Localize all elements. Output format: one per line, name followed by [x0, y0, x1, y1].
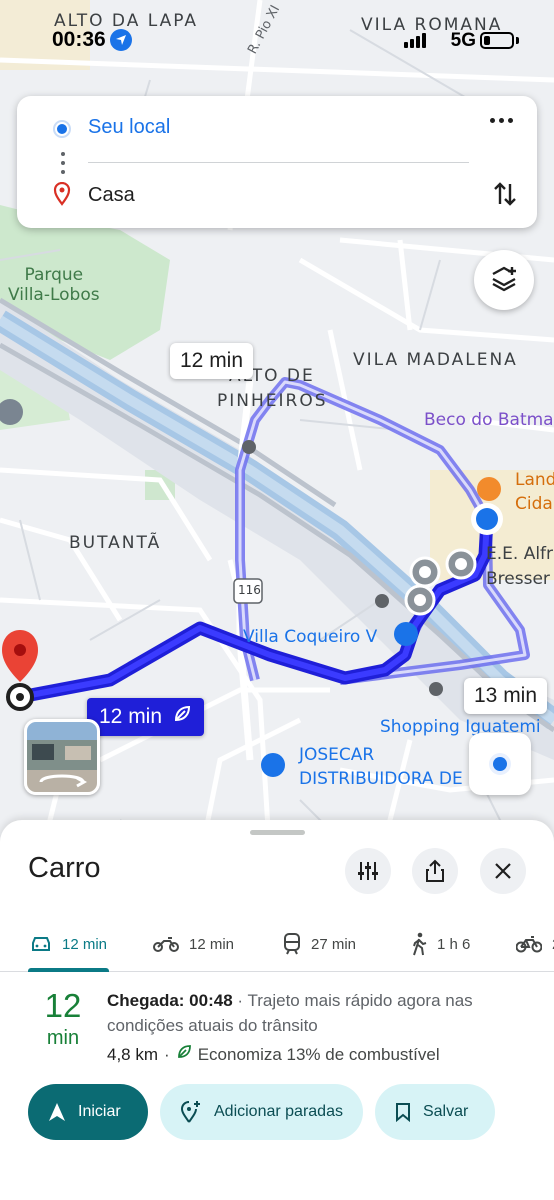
my-location-button[interactable]: [469, 733, 531, 795]
origin-field[interactable]: Seu local: [88, 116, 170, 139]
label-escola-2[interactable]: Bresser: [486, 569, 550, 590]
motorcycle-icon: [153, 937, 179, 952]
swap-icon[interactable]: [493, 180, 517, 213]
label-villa-coqueiro[interactable]: Villa Coqueiro V: [243, 627, 377, 648]
car-icon: [32, 937, 50, 951]
share-icon: [426, 859, 444, 882]
label-land-1[interactable]: Land: [515, 470, 554, 491]
route-badge-main[interactable]: 12 min: [87, 698, 205, 736]
status-time-text: 00:36: [52, 28, 106, 51]
share-button[interactable]: [412, 848, 458, 894]
fuel-saving: Economiza 13% de combustível: [197, 1045, 440, 1064]
bookmark-icon: [395, 1103, 410, 1122]
sheet-drag-handle[interactable]: [250, 830, 305, 835]
leaf-icon: [172, 704, 192, 730]
tab-car-label: 12 min: [62, 935, 108, 953]
origin-dot-icon: [55, 122, 69, 136]
distance-line: 4,8 km · Economiza 13% de combustível: [107, 1042, 527, 1067]
travel-mode-tabs: 12 min 12 min 27 min 1 h 6 2: [0, 916, 554, 972]
route-badge-main-text: 12 min: [99, 705, 163, 728]
eta-unit: min: [46, 1027, 80, 1049]
label-pinheiros: PINHEIROS: [217, 391, 328, 411]
separator-dot: ·: [164, 1045, 170, 1064]
arrival-time: Chegada: 00:48: [107, 991, 233, 1010]
battery-tip: [516, 37, 519, 44]
train-icon: [284, 933, 300, 955]
route-distance: 4,8 km: [107, 1045, 159, 1064]
vertical-dots-icon: [61, 152, 65, 179]
tab-transit-label: 27 min: [311, 935, 357, 953]
destination-pin-icon: [53, 181, 71, 211]
route-badge-alt-east[interactable]: 13 min: [464, 678, 548, 714]
street-view-thumbnail[interactable]: [24, 719, 100, 795]
tab-bike[interactable]: 2: [516, 916, 554, 972]
my-location-icon: [489, 753, 511, 775]
tab-motorcycle-label: 12 min: [189, 935, 235, 953]
arrival-line: Chegada: 00:48 · Trajeto mais rápido ago…: [107, 988, 527, 1038]
layers-button[interactable]: [474, 250, 534, 310]
network-type: 5G: [450, 30, 476, 51]
tab-car[interactable]: 12 min: [30, 916, 107, 972]
tab-walk-label: 1 h 6: [437, 935, 471, 953]
route-badge-alt-north[interactable]: 12 min: [170, 343, 254, 379]
label-vila-madalena: VILA MADALENA: [353, 350, 518, 370]
label-josecar-2[interactable]: DISTRIBUIDORA DE: [299, 769, 463, 790]
battery-icon: [480, 32, 514, 49]
eta-value: 12: [44, 987, 82, 1024]
layers-icon: [492, 266, 516, 292]
route-details: Chegada: 00:48 · Trajeto mais rápido ago…: [107, 988, 527, 1067]
start-button[interactable]: Iniciar: [28, 1084, 148, 1140]
tab-motorcycle[interactable]: 12 min: [153, 916, 234, 972]
active-tab-indicator: [28, 968, 109, 972]
field-divider: [88, 162, 469, 163]
action-buttons: Iniciar Adicionar paradas Salvar: [28, 1084, 495, 1140]
label-beco-do-batman[interactable]: Beco do Batma: [424, 410, 554, 431]
sheet-title: Carro: [28, 852, 101, 884]
signal-icon: [404, 33, 426, 48]
directions-sheet: Carro 12 min 12 min 27 min 1 h 6 12 min …: [0, 820, 554, 1200]
add-stops-label: Adicionar paradas: [214, 1103, 343, 1120]
save-button-label: Salvar: [422, 1103, 469, 1120]
label-parque-line: Parque Villa-Lobos: [8, 265, 100, 305]
label-butanta: BUTANTÃ: [69, 533, 162, 553]
close-button[interactable]: [480, 848, 526, 894]
close-icon: [495, 863, 511, 879]
sliders-icon: [358, 862, 378, 880]
status-time: 00:36: [52, 28, 132, 52]
more-options-icon[interactable]: [490, 118, 513, 123]
add-stop-pin-icon: [180, 1101, 200, 1123]
start-button-label: Iniciar: [78, 1103, 121, 1120]
label-parque-villa-lobos: Parque Villa-Lobos: [8, 265, 100, 305]
street-view-rotate-icon: [27, 740, 97, 788]
location-arrow-icon: [109, 29, 132, 51]
label-route-116: 116: [238, 583, 261, 597]
route-options-button[interactable]: [345, 848, 391, 894]
save-button[interactable]: Salvar: [374, 1084, 495, 1140]
destination-field[interactable]: Casa: [88, 184, 135, 207]
label-land-2[interactable]: Cida: [515, 494, 553, 515]
bike-icon: [516, 936, 542, 953]
label-josecar-1[interactable]: JOSECAR: [299, 745, 374, 766]
tab-walk[interactable]: 1 h 6: [411, 916, 470, 972]
directions-card: Seu local Casa: [17, 96, 537, 228]
label-escola-1[interactable]: E.E. Alfr: [486, 544, 553, 565]
tab-transit[interactable]: 27 min: [283, 916, 356, 972]
status-bar: 00:36 5G: [0, 0, 554, 60]
leaf-eco-icon: [176, 1042, 192, 1067]
navigation-arrow-icon: [49, 1103, 65, 1121]
walk-icon: [413, 932, 427, 956]
eta-summary: 12 min: [40, 988, 86, 1052]
add-stops-button[interactable]: Adicionar paradas: [160, 1084, 363, 1140]
